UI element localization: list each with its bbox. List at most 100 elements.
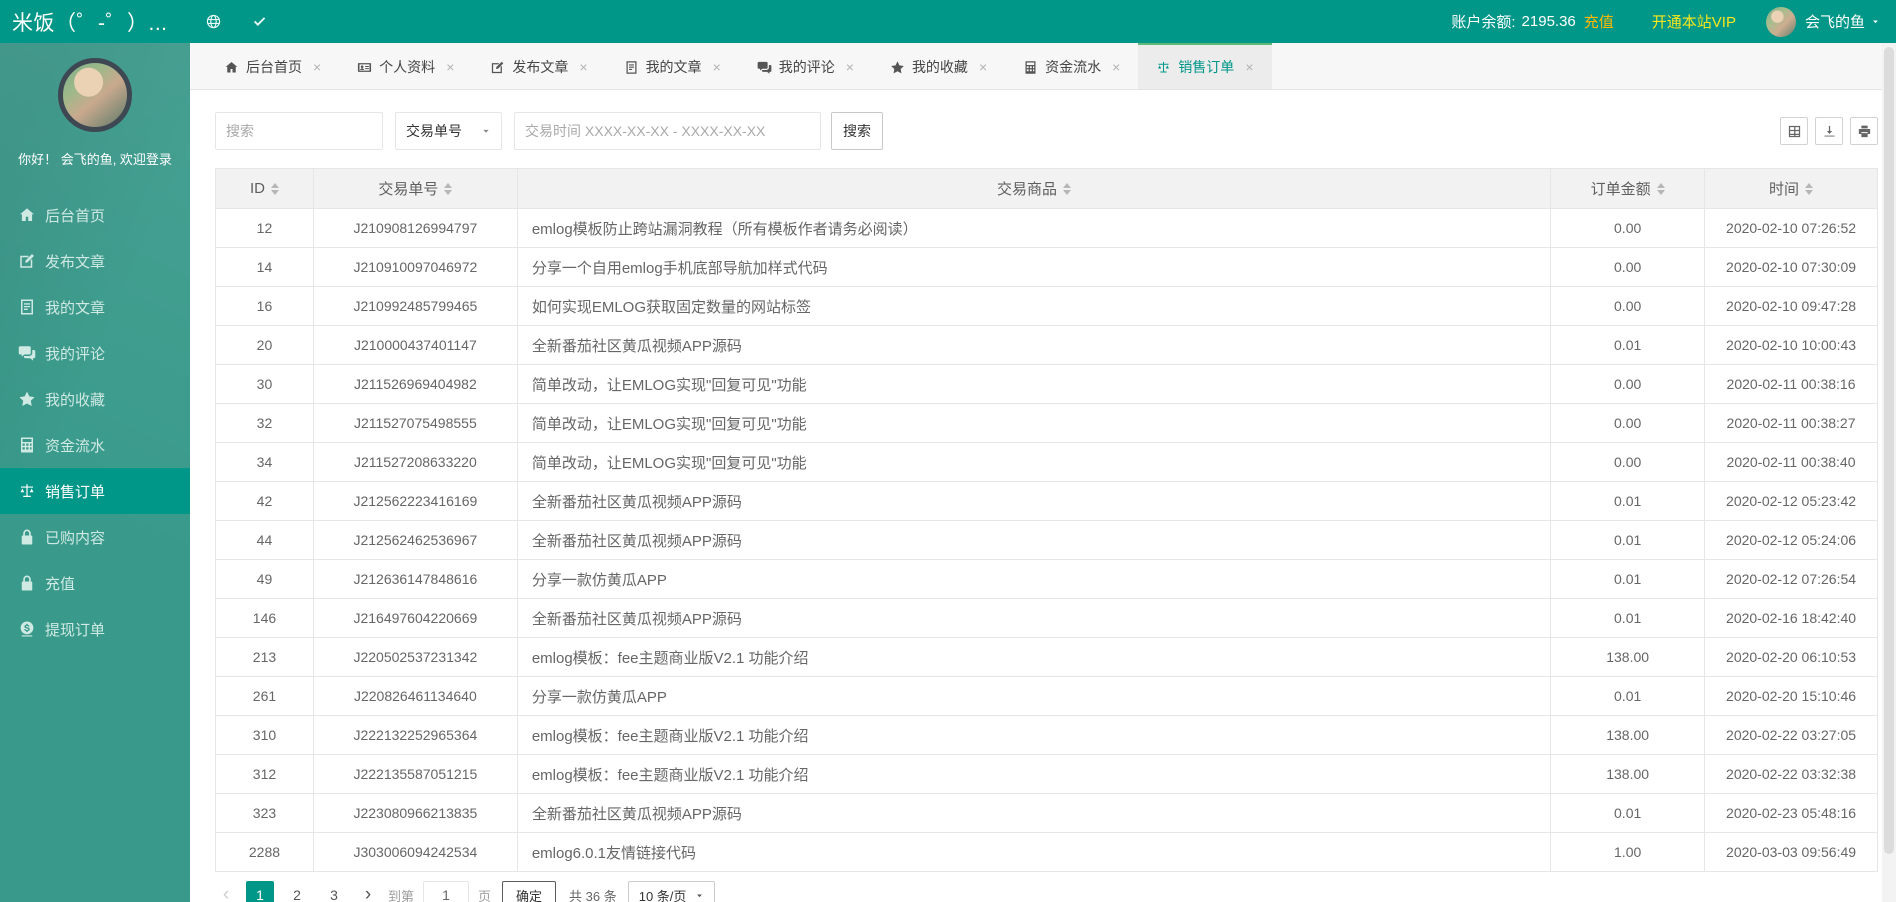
sidebar-item[interactable]: 提现订单 (0, 606, 190, 652)
recharge-link[interactable]: 充值 (1584, 11, 1614, 32)
tool-button[interactable] (1850, 117, 1878, 145)
cell-time: 2020-02-20 06:10:53 (1705, 638, 1878, 677)
sidebar-item-label: 我的评论 (45, 343, 105, 364)
tab[interactable]: 后台首页 (206, 43, 339, 89)
per-page-select[interactable]: 10 条/页 (628, 881, 716, 902)
sidebar-item-label: 发布文章 (45, 251, 105, 272)
tab[interactable]: 我的评论 (739, 43, 872, 89)
column-label: 时间 (1769, 178, 1799, 199)
tab-close-icon[interactable] (1112, 59, 1120, 75)
tool-button[interactable] (1780, 117, 1808, 145)
article-icon (624, 60, 639, 75)
time-range-input[interactable] (514, 112, 821, 150)
tab[interactable]: 发布文章 (472, 43, 605, 89)
profile-icon (357, 60, 372, 75)
sidebar-item[interactable]: 后台首页 (0, 192, 190, 238)
sidebar-item[interactable]: 发布文章 (0, 238, 190, 284)
cell-amount: 0.01 (1551, 326, 1705, 365)
tab-close-icon[interactable] (979, 59, 987, 75)
cell-order-no: J223080966213835 (314, 794, 518, 833)
cell-order-no: J216497604220669 (314, 599, 518, 638)
tab-close-icon[interactable] (313, 59, 321, 75)
user-avatar-small[interactable] (1766, 7, 1796, 37)
cell-amount: 0.00 (1551, 248, 1705, 287)
edit-icon (490, 60, 505, 75)
check-icon (251, 13, 268, 30)
tab-close-icon[interactable] (713, 59, 721, 75)
column-header[interactable]: ID (216, 169, 314, 209)
search-field-value: 交易单号 (406, 121, 462, 141)
tab[interactable]: 我的文章 (606, 43, 739, 89)
username: 会飞的鱼 (1805, 11, 1865, 32)
tab[interactable]: 我的收藏 (872, 43, 1005, 89)
sidebar-item[interactable]: 销售订单 (0, 468, 190, 514)
tab[interactable]: 销售订单 (1138, 43, 1271, 89)
cell-order-no: J211527208633220 (314, 443, 518, 482)
cell-order-no: J211526969404982 (314, 365, 518, 404)
table-row: 310 J222132252965364 emlog模板：fee主题商业版V2.… (216, 716, 1878, 755)
tab-close-icon[interactable] (579, 59, 587, 75)
open-vip-link[interactable]: 开通本站VIP (1652, 11, 1736, 32)
sidebar-item-label: 充值 (45, 573, 75, 594)
goto-confirm-button[interactable]: 确定 (502, 881, 556, 902)
greeting-text: 你好！ 会飞的鱼, 欢迎登录 (0, 149, 190, 168)
cell-amount: 0.01 (1551, 521, 1705, 560)
star-icon (890, 60, 905, 75)
sidebar-item[interactable]: 充值 (0, 560, 190, 606)
search-input[interactable] (215, 112, 383, 150)
cell-order-no: J212562462536967 (314, 521, 518, 560)
next-page-button[interactable] (357, 881, 379, 902)
main-area: 后台首页 个人资料 发布文章 我的文章 (190, 43, 1896, 902)
tab-close-icon[interactable] (446, 59, 454, 75)
search-field-select[interactable]: 交易单号 (395, 112, 502, 150)
goto-page-input[interactable] (423, 881, 469, 902)
cell-amount: 138.00 (1551, 755, 1705, 794)
content-panel: 交易单号 搜索 (190, 90, 1896, 902)
cell-id: 261 (216, 677, 314, 716)
tab-label: 我的文章 (646, 57, 702, 77)
page-number-button[interactable]: 1 (246, 881, 274, 902)
sidebar-item-label: 后台首页 (45, 205, 105, 226)
table-row: 146 J216497604220669 全新番茄社区黄瓜视频APP源码 0.0… (216, 599, 1878, 638)
cell-time: 2020-02-12 05:24:06 (1705, 521, 1878, 560)
page-unit-label: 页 (478, 886, 491, 902)
tab[interactable]: 资金流水 (1005, 43, 1138, 89)
cell-order-no: J212562223416169 (314, 482, 518, 521)
cell-product: 简单改动，让EMLOG实现"回复可见"功能 (518, 443, 1551, 482)
sidebar-item[interactable]: 我的收藏 (0, 376, 190, 422)
tab-bar: 后台首页 个人资料 发布文章 我的文章 (190, 43, 1896, 90)
page-number-button[interactable]: 2 (283, 881, 311, 902)
page-number-button[interactable]: 3 (320, 881, 348, 902)
sidebar-item[interactable]: 我的评论 (0, 330, 190, 376)
column-header[interactable]: 交易商品 (518, 169, 1551, 209)
tab-close-icon[interactable] (1245, 59, 1253, 75)
search-button[interactable]: 搜索 (831, 112, 883, 150)
tab-close-icon[interactable] (846, 59, 854, 75)
tab[interactable]: 个人资料 (339, 43, 472, 89)
cell-id: 310 (216, 716, 314, 755)
cell-product: 如何实现EMLOG获取固定数量的网站标签 (518, 287, 1551, 326)
sidebar-item[interactable]: 资金流水 (0, 422, 190, 468)
cell-time: 2020-02-22 03:27:05 (1705, 716, 1878, 755)
table-row: 312 J222135587051215 emlog模板：fee主题商业版V2.… (216, 755, 1878, 794)
cell-product: 全新番茄社区黄瓜视频APP源码 (518, 482, 1551, 521)
scrollbar-thumb[interactable] (1884, 47, 1894, 854)
topnav-item[interactable] (190, 0, 236, 43)
sidebar-item-label: 已购内容 (45, 527, 105, 548)
column-header[interactable]: 时间 (1705, 169, 1878, 209)
tab-label: 后台首页 (246, 57, 302, 77)
cell-order-no: J222135587051215 (314, 755, 518, 794)
prev-page-button[interactable] (215, 881, 237, 902)
cell-id: 312 (216, 755, 314, 794)
user-menu[interactable]: 会飞的鱼 (1805, 11, 1880, 32)
sidebar-item[interactable]: 已购内容 (0, 514, 190, 560)
cell-time: 2020-02-11 00:38:40 (1705, 443, 1878, 482)
cell-id: 20 (216, 326, 314, 365)
tool-button[interactable] (1815, 117, 1843, 145)
topnav-item[interactable] (236, 0, 282, 43)
column-header[interactable]: 订单金额 (1551, 169, 1705, 209)
column-header[interactable]: 交易单号 (314, 169, 518, 209)
sidebar-item[interactable]: 我的文章 (0, 284, 190, 330)
lock-icon (18, 574, 36, 592)
cell-time: 2020-02-11 00:38:16 (1705, 365, 1878, 404)
